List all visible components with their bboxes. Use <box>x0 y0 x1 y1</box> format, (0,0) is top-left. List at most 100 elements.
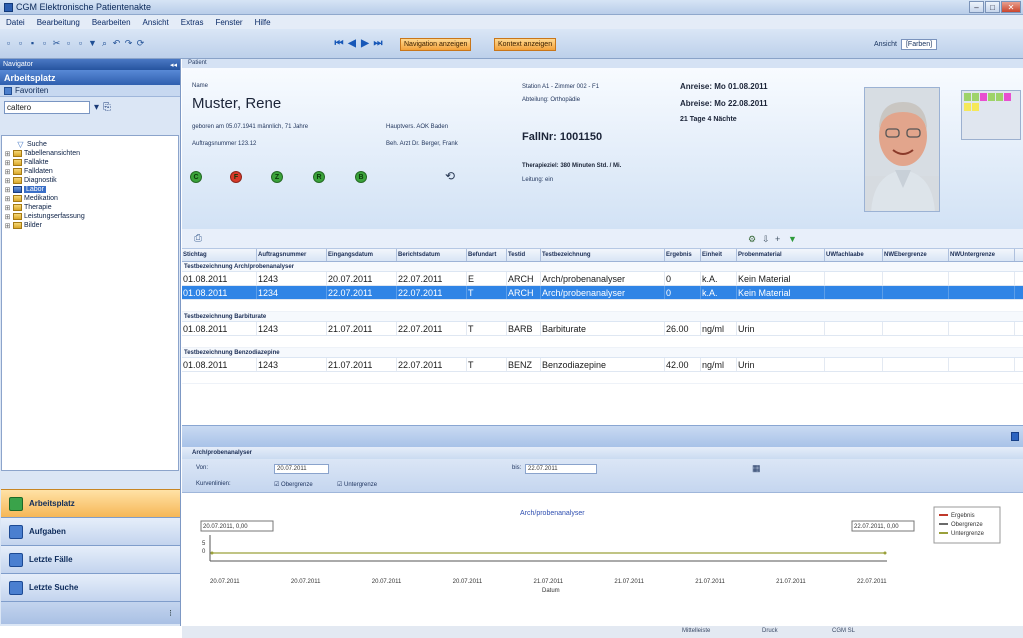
table-cell <box>825 286 883 299</box>
column-header[interactable]: Einheit <box>701 249 737 261</box>
paste-icon[interactable]: ▫ <box>76 38 85 48</box>
minimize-button[interactable]: – <box>969 1 984 13</box>
status-r[interactable]: R <box>313 171 325 183</box>
filter-icon[interactable]: ▼ <box>788 234 797 244</box>
expand-icon[interactable]: ⊞ <box>4 195 11 203</box>
pin-icon[interactable]: ◂◂ <box>170 61 177 69</box>
legend-label: Untergrenze <box>951 531 985 537</box>
search-icon[interactable]: ⌕ <box>100 38 109 48</box>
group-header[interactable]: Testbezeichnung Arch/probenanalyser <box>182 262 1023 272</box>
tree-item[interactable]: ⊞ Bilder <box>2 221 178 230</box>
expand-icon[interactable]: ⊞ <box>4 177 11 185</box>
tree-item[interactable]: ⊞ Falldaten <box>2 167 178 176</box>
table-cell: T <box>467 358 507 371</box>
print-icon[interactable]: ⎙ <box>194 233 202 244</box>
nav-button-aufgaben[interactable]: Aufgaben <box>1 517 180 545</box>
previous-record-icon[interactable]: ◀ <box>347 38 357 49</box>
redo-icon[interactable]: ↷ <box>124 38 133 48</box>
menu-extras[interactable]: Extras <box>181 18 204 27</box>
column-header[interactable]: Probenmaterial <box>737 249 825 261</box>
menu-bearbeitung[interactable]: Bearbeitung <box>37 18 80 27</box>
save-icon[interactable]: ▪ <box>28 38 37 48</box>
context-toggle-button[interactable]: Kontext anzeigen <box>494 38 557 51</box>
nav-button-arbeitsplatz[interactable]: Arbeitsplatz <box>1 489 180 517</box>
column-header[interactable]: Auftragsnummer <box>257 249 327 261</box>
checkbox-untergrenze[interactable]: ☑ Untergrenze <box>337 481 377 488</box>
menu-bearbeiten[interactable]: Bearbeiten <box>92 18 131 27</box>
calendar-icon[interactable]: ▦ <box>752 463 761 474</box>
column-header[interactable]: Berichtsdatum <box>397 249 467 261</box>
menu-datei[interactable]: Datei <box>6 18 25 27</box>
last-record-icon[interactable]: ⏭ <box>373 38 383 49</box>
status-f[interactable]: F <box>230 171 242 183</box>
first-record-icon[interactable]: ⏮ <box>334 38 344 49</box>
save-search-icon[interactable]: ⎘ <box>103 102 111 113</box>
menu-ansicht[interactable]: Ansicht <box>143 18 169 27</box>
expand-icon[interactable]: ⊞ <box>4 213 11 221</box>
tree-item[interactable]: ▽ Suche <box>2 140 178 149</box>
column-header[interactable]: UWfachlaabe <box>825 249 883 261</box>
dropdown-arrow-icon[interactable]: ▾ <box>94 102 99 113</box>
expand-icon[interactable]: ⊞ <box>4 168 11 176</box>
menu-fenster[interactable]: Fenster <box>215 18 242 27</box>
table-row[interactable]: 01.08.2011 1234 22.07.2011 22.07.2011 T ARCH A… <box>182 286 1023 300</box>
column-header[interactable]: NWEbergrenze <box>883 249 949 261</box>
expand-icon[interactable]: ⊞ <box>4 204 11 212</box>
copy-icon[interactable]: ▫ <box>64 38 73 48</box>
table-row[interactable]: 01.08.2011 1243 21.07.2011 22.07.2011 T BENZ B… <box>182 358 1023 372</box>
menu-hilfe[interactable]: Hilfe <box>255 18 271 27</box>
view-dropdown[interactable]: [Farben] <box>900 39 938 50</box>
nav-button-letzte-faelle[interactable]: Letzte Fälle <box>1 545 180 573</box>
next-record-icon[interactable]: ▶ <box>360 38 370 49</box>
tree-item[interactable]: ⊞ Therapie <box>2 203 178 212</box>
table-row[interactable]: 01.08.2011 1243 21.07.2011 22.07.2011 T BARB B… <box>182 322 1023 336</box>
to-date-input[interactable]: 22.07.2011 <box>525 464 597 474</box>
status-c[interactable]: C <box>190 171 202 183</box>
tree-item[interactable]: ⊞ Medikation <box>2 194 178 203</box>
column-header[interactable]: Eingangsdatum <box>327 249 397 261</box>
group-header[interactable]: Testbezeichnung Benzodiazepine <box>182 348 1023 358</box>
nav-button-letzte-suche[interactable]: Letzte Suche <box>1 573 180 601</box>
undo-icon[interactable]: ↶ <box>112 38 121 48</box>
tree-item[interactable]: ⊞ Leistungserfassung <box>2 212 178 221</box>
navigator-header: Navigator ◂◂ <box>0 59 180 70</box>
tree-item[interactable]: ⊞ Labor <box>2 185 178 194</box>
refresh-icon[interactable]: ⟲ <box>445 169 455 183</box>
tree-item[interactable]: ⊞ Fallakte <box>2 158 178 167</box>
expand-icon[interactable]: ⊞ <box>4 222 11 230</box>
tree-item[interactable]: ⊞ Tabellenansichten <box>2 149 178 158</box>
add-icon[interactable]: + <box>775 234 780 244</box>
print-icon[interactable]: ▫ <box>40 38 49 48</box>
expand-icon[interactable]: ⊞ <box>4 159 11 167</box>
status-z[interactable]: Z <box>271 171 283 183</box>
favorites-row[interactable]: Favoriten <box>0 85 180 97</box>
status-b[interactable]: B <box>355 171 367 183</box>
column-header[interactable]: Testbezeichnung <box>541 249 665 261</box>
nav-footer[interactable]: ⁝ <box>1 601 180 624</box>
export-icon[interactable]: ⇩ <box>762 234 770 245</box>
table-row[interactable]: 01.08.2011 1243 20.07.2011 22.07.2011 E ARCH A… <box>182 272 1023 286</box>
navigation-toggle-button[interactable]: Navigation anzeigen <box>400 38 472 51</box>
from-date-input[interactable]: 20.07.2011 <box>274 464 329 474</box>
panel-icon[interactable] <box>1011 432 1019 441</box>
open-icon[interactable]: ▫ <box>16 38 25 48</box>
checkbox-obergrenze[interactable]: ☑ Obergrenze <box>274 481 313 488</box>
settings-icon[interactable]: ⚙ <box>748 234 756 245</box>
filter-icon[interactable]: ▼ <box>88 38 97 48</box>
new-icon[interactable]: ▫ <box>4 38 13 48</box>
column-header[interactable]: Testid <box>507 249 541 261</box>
column-header[interactable]: NWUntergrenze <box>949 249 1015 261</box>
expand-icon[interactable]: ⊞ <box>4 150 11 158</box>
group-header[interactable]: Testbezeichnung Barbiturate <box>182 312 1023 322</box>
column-header[interactable]: Ergebnis <box>665 249 701 261</box>
maximize-button[interactable]: □ <box>985 1 1000 13</box>
tree-item[interactable]: ⊞ Diagnostik <box>2 176 178 185</box>
close-button[interactable]: ✕ <box>1001 1 1021 13</box>
expand-icon[interactable]: ⊞ <box>4 186 11 194</box>
column-header[interactable]: Befundart <box>467 249 507 261</box>
table-cell <box>825 322 883 335</box>
navigator-search-input[interactable]: caltero <box>4 100 90 114</box>
cut-icon[interactable]: ✂ <box>52 38 61 48</box>
column-header[interactable]: Stichtag <box>182 249 257 261</box>
refresh-icon[interactable]: ⟳ <box>136 38 145 48</box>
